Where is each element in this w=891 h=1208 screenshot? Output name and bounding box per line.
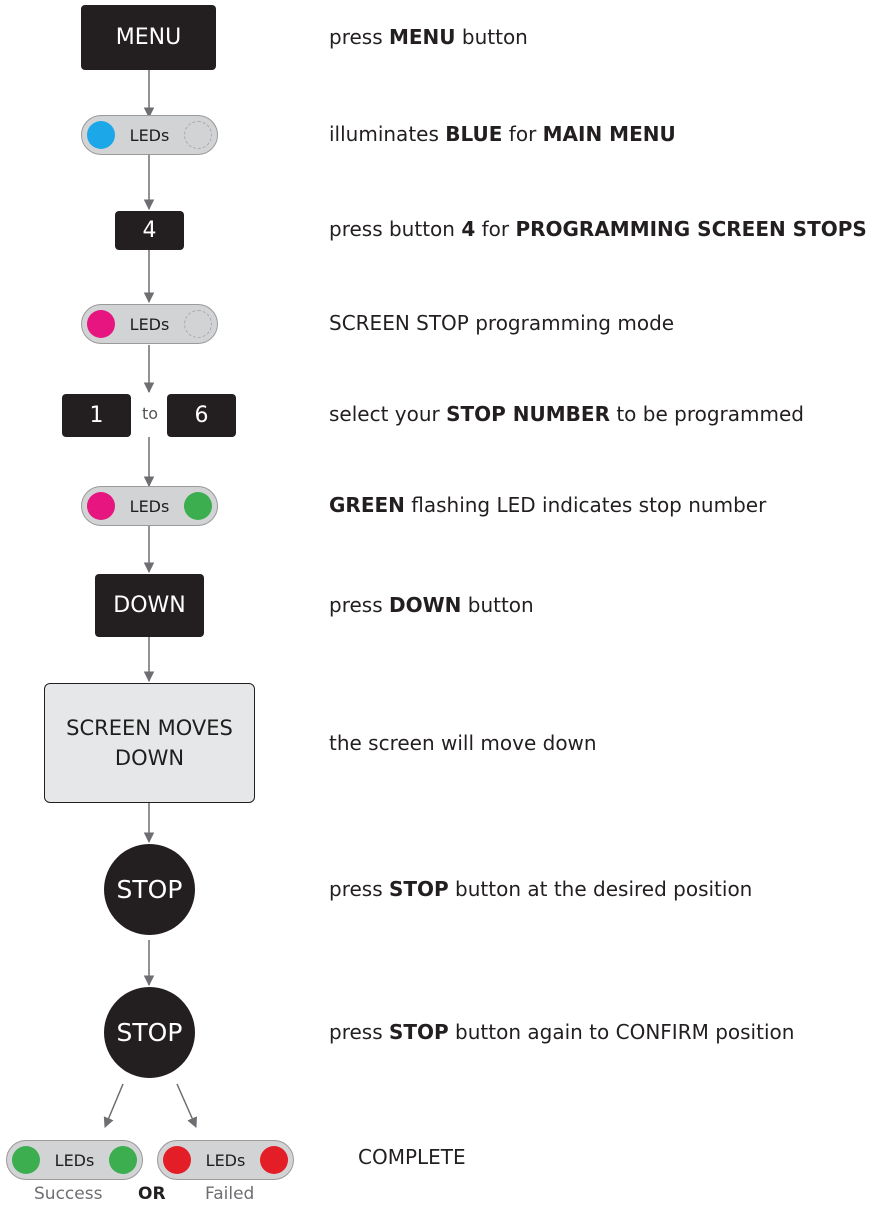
leds-label: LEDs	[129, 314, 170, 334]
stop-button-confirm[interactable]: STOP	[104, 987, 195, 1078]
menu-button[interactable]: MENU	[81, 5, 216, 70]
blue-led-icon	[87, 121, 115, 149]
off-led-icon	[184, 310, 212, 338]
magenta-led-icon	[87, 310, 115, 338]
green-led-icon	[184, 492, 212, 520]
step-11-description: COMPLETE	[358, 1145, 466, 1169]
or-label: OR	[138, 1184, 166, 1204]
leds-label: LEDs	[54, 1150, 95, 1170]
step-1-description: press MENU button	[329, 25, 528, 49]
step-8-description: the screen will move down	[329, 731, 597, 755]
green-led-icon	[12, 1146, 40, 1174]
red-led-icon	[163, 1146, 191, 1174]
step-6-description: GREEN flashing LED indicates stop number	[329, 493, 767, 517]
step-10-description: press STOP button again to CONFIRM posit…	[329, 1020, 795, 1044]
success-label: Success	[34, 1184, 103, 1204]
failed-label: Failed	[205, 1184, 255, 1204]
button-1[interactable]: 1	[62, 394, 131, 437]
button-4[interactable]: 4	[115, 211, 184, 250]
step-5-description: select your STOP NUMBER to be programmed	[329, 402, 804, 426]
screen-moves-line-1: SCREEN MOVES	[66, 716, 233, 740]
step-3-description: press button 4 for PROGRAMMING SCREEN ST…	[329, 217, 867, 241]
led-indicator-magenta: LEDs	[81, 304, 218, 344]
magenta-led-icon	[87, 492, 115, 520]
range-to-label: to	[141, 404, 159, 423]
arrow-stop-to-success	[103, 1083, 124, 1128]
down-button[interactable]: DOWN	[95, 574, 204, 637]
step-2-description: illuminates BLUE for MAIN MENU	[329, 122, 676, 146]
screen-moves-line-2: DOWN	[114, 746, 185, 770]
off-led-icon	[184, 121, 212, 149]
leds-label: LEDs	[129, 496, 170, 516]
step-7-description: press DOWN button	[329, 593, 534, 617]
screen-moves-down-box: SCREEN MOVES DOWN	[44, 683, 255, 803]
leds-label: LEDs	[129, 125, 170, 145]
button-6[interactable]: 6	[167, 394, 236, 437]
led-indicator-blue: LEDs	[81, 115, 218, 155]
arrow-stop-to-failed	[176, 1083, 197, 1128]
led-indicator-success: LEDs	[6, 1140, 143, 1180]
stop-button-first[interactable]: STOP	[104, 844, 195, 935]
leds-label: LEDs	[205, 1150, 246, 1170]
green-led-icon	[109, 1146, 137, 1174]
led-indicator-magenta-green: LEDs	[81, 486, 218, 526]
step-9-description: press STOP button at the desired positio…	[329, 877, 753, 901]
step-4-description: SCREEN STOP programming mode	[329, 311, 675, 335]
led-indicator-failed: LEDs	[157, 1140, 294, 1180]
red-led-icon	[260, 1146, 288, 1174]
